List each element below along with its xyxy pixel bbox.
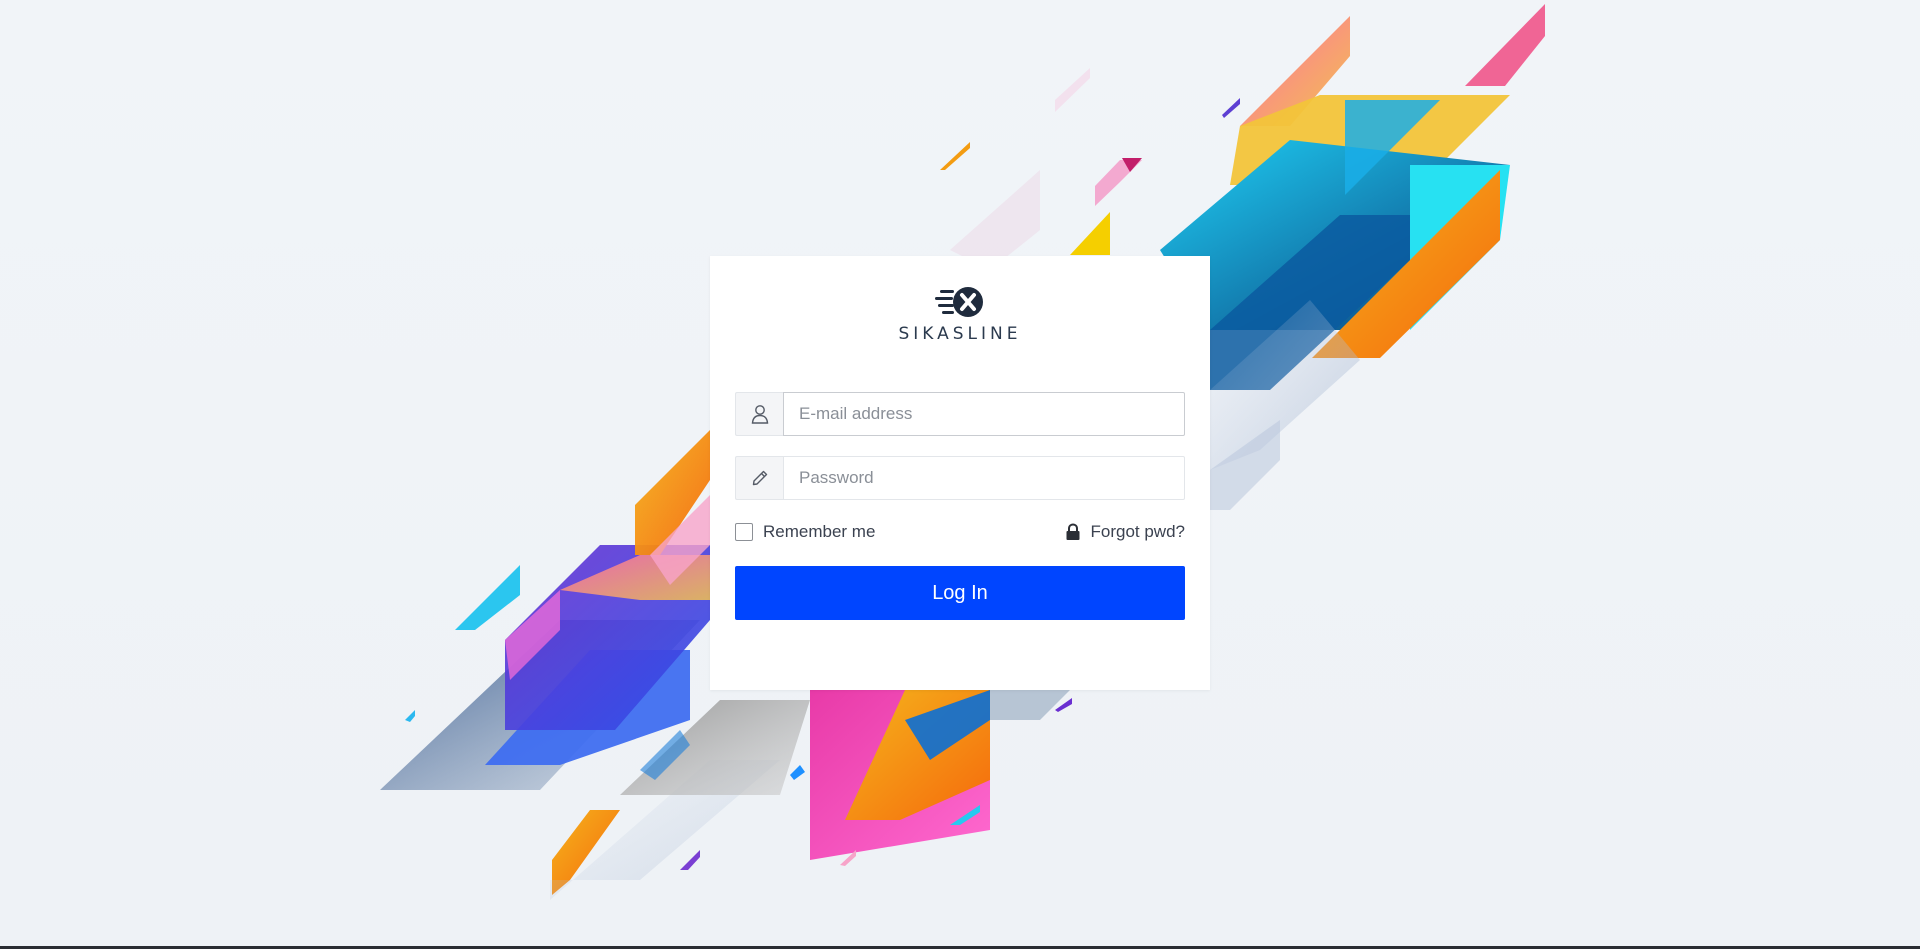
login-page: SIKASLINE Remember me bbox=[0, 0, 1920, 949]
lock-icon bbox=[1066, 523, 1079, 540]
password-input[interactable] bbox=[783, 456, 1185, 500]
forgot-password-link[interactable]: Forgot pwd? bbox=[1065, 522, 1186, 542]
user-icon bbox=[735, 392, 783, 436]
email-input[interactable] bbox=[783, 392, 1185, 436]
remember-me-checkbox[interactable] bbox=[735, 523, 753, 541]
login-button[interactable]: Log In bbox=[735, 566, 1185, 620]
login-card: SIKASLINE Remember me bbox=[710, 256, 1210, 690]
login-options-row: Remember me Forgot pwd? bbox=[735, 520, 1185, 544]
pencil-icon bbox=[735, 456, 783, 500]
password-field-group bbox=[735, 456, 1185, 500]
speed-x-logo-icon bbox=[935, 287, 983, 317]
brand-name: SIKASLINE bbox=[898, 324, 1022, 344]
brand-logo: SIKASLINE bbox=[710, 282, 1210, 344]
forgot-password-label: Forgot pwd? bbox=[1090, 522, 1186, 541]
remember-me-label: Remember me bbox=[763, 522, 876, 541]
remember-me-toggle[interactable]: Remember me bbox=[735, 522, 875, 542]
email-field-group bbox=[735, 392, 1185, 436]
